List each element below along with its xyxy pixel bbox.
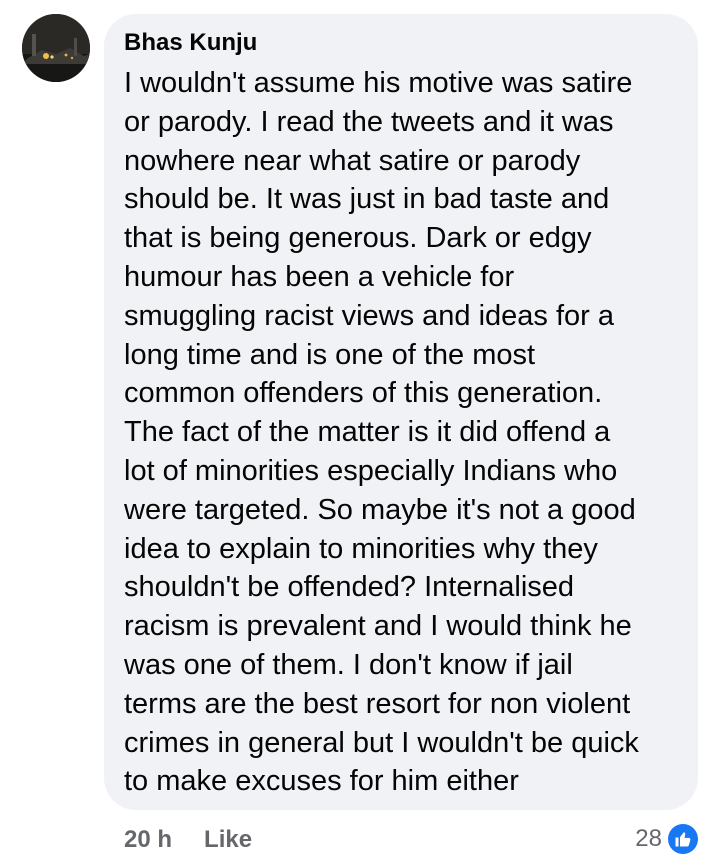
- comment-line: or parody. I read the tweets and it was: [124, 105, 614, 138]
- comment-line: should be. It was just in bad taste and: [124, 183, 610, 216]
- comment-line: I wouldn't assume his motive was satire: [124, 67, 633, 99]
- comment-line: terms are the best resort for non violen…: [124, 687, 631, 720]
- comment-line: The fact of the matter is it did offend …: [124, 416, 611, 449]
- comment-line: shouldn't be offended? Internalised: [124, 571, 575, 604]
- comment-actions: 20 h Like: [124, 824, 252, 856]
- avatar[interactable]: [22, 14, 90, 82]
- comment-line: to make excuses for him either: [124, 765, 519, 798]
- comment-line: racism is prevalent and I would think he: [124, 610, 632, 643]
- author-name[interactable]: Bhas Kunju: [124, 28, 257, 58]
- comment-line: was one of them. I don't know if jail: [124, 648, 573, 681]
- reaction-count: 28: [635, 825, 662, 852]
- comment-line: were targeted. So maybe it's not a good: [124, 493, 636, 526]
- comment-line: nowhere near what satire or parody: [124, 144, 581, 177]
- comment-line: lot of minorities especially Indians who: [124, 454, 618, 487]
- comment-line: idea to explain to minorities why they: [124, 532, 598, 565]
- comment-bubble: Bhas Kunju I wouldn't assume his motive …: [104, 14, 698, 810]
- thumbs-up-icon: [668, 824, 698, 854]
- reactions[interactable]: 28: [635, 822, 698, 856]
- timestamp[interactable]: 20 h: [124, 826, 172, 854]
- comment-line: long time and is one of the most: [124, 338, 536, 371]
- comment: Bhas Kunju I wouldn't assume his motive …: [0, 0, 720, 865]
- like-button[interactable]: Like: [204, 826, 252, 854]
- comment-line: humour has been a vehicle for: [124, 260, 515, 293]
- comment-line: crimes in general but I wouldn't be quic…: [124, 726, 639, 759]
- comment-text: I wouldn't assume his motive was satire …: [124, 64, 684, 801]
- comment-line: that is being generous. Dark or edgy: [124, 222, 592, 255]
- comment-line: smuggling racist views and ideas for a: [124, 299, 615, 332]
- comment-line: common offenders of this generation.: [124, 377, 603, 410]
